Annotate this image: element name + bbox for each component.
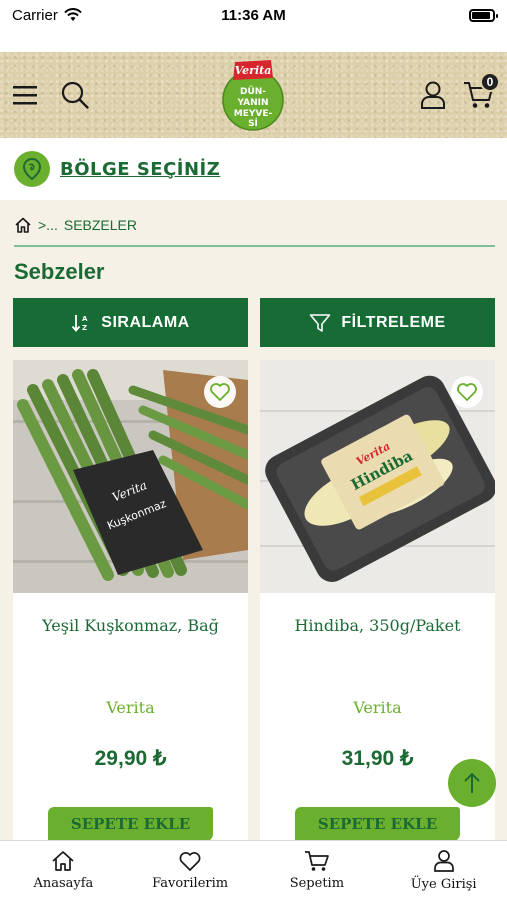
heart-icon xyxy=(179,852,201,871)
breadcrumb-current[interactable]: SEBZELER xyxy=(64,217,137,233)
status-left: Carrier xyxy=(12,7,82,24)
region-selector[interactable]: BÖLGE SEÇİNİZ xyxy=(0,138,507,200)
logo-badge-icon: Verita DÜN- YANIN MEYVE- Sİ xyxy=(222,60,284,131)
arrow-up-icon xyxy=(464,772,480,793)
favorite-button[interactable] xyxy=(451,376,483,408)
bottom-tab-bar: Anasayfa Favorilerim Sepetim Üye Girişi xyxy=(0,840,507,900)
tab-label: Favorilerim xyxy=(152,876,229,891)
user-icon xyxy=(433,850,454,872)
tab-label: Sepetim xyxy=(289,876,345,891)
product-name[interactable]: Yeşil Kuşkonmaz, Bağ xyxy=(13,616,248,635)
wifi-icon xyxy=(64,8,82,21)
scroll-to-top-button[interactable] xyxy=(448,759,496,807)
product-image[interactable]: Verita Hindiba xyxy=(260,360,495,593)
account-button[interactable] xyxy=(416,78,450,112)
product-image[interactable]: Verita Kuşkonmaz xyxy=(13,360,248,593)
sort-button[interactable]: A Z SIRALAMA xyxy=(13,298,248,347)
svg-text:Verita: Verita xyxy=(235,64,272,77)
product-name[interactable]: Hindiba, 350g/Paket xyxy=(260,616,495,635)
filter-label: FİLTRELEME xyxy=(341,313,446,331)
search-button[interactable] xyxy=(58,78,92,112)
add-to-cart-button[interactable]: SEPETE EKLE xyxy=(48,807,213,841)
app-header: Verita DÜN- YANIN MEYVE- Sİ 0 xyxy=(0,52,507,138)
carrier-label: Carrier xyxy=(12,6,58,24)
svg-text:DÜN-: DÜN- xyxy=(240,86,266,97)
region-label: BÖLGE SEÇİNİZ xyxy=(60,158,221,180)
tab-account[interactable]: Üye Girişi xyxy=(380,841,507,900)
user-icon xyxy=(421,81,445,109)
heart-icon xyxy=(210,383,230,401)
status-bar: Carrier 11:36 AM xyxy=(0,0,507,30)
breadcrumb: >... SEBZELER xyxy=(14,213,495,247)
product-brand: Verita xyxy=(353,698,402,717)
add-to-cart-button[interactable]: SEPETE EKLE xyxy=(295,807,460,841)
home-icon xyxy=(52,851,74,871)
filter-button[interactable]: FİLTRELEME xyxy=(260,298,495,347)
tab-label: Üye Girişi xyxy=(410,877,477,892)
battery-icon xyxy=(469,8,498,22)
svg-text:A: A xyxy=(82,315,88,323)
product-brand: Verita xyxy=(106,698,155,717)
cart-count-badge: 0 xyxy=(480,72,500,92)
sort-icon: A Z xyxy=(72,314,88,332)
product-price: 29,90 ₺ xyxy=(94,747,167,770)
product-card[interactable]: Verita Kuşkonmaz Yeşil Kuşkonmaz, Bağ Ve… xyxy=(13,360,248,841)
tab-cart[interactable]: Sepetim xyxy=(254,841,381,900)
search-icon xyxy=(61,81,89,109)
favorite-button[interactable] xyxy=(204,376,236,408)
cart-button[interactable]: 0 xyxy=(462,72,500,112)
tab-label: Anasayfa xyxy=(33,876,94,891)
tab-favorites[interactable]: Favorilerim xyxy=(127,841,254,900)
svg-text:MEYVE-: MEYVE- xyxy=(234,109,273,119)
svg-text:Z: Z xyxy=(82,324,88,332)
svg-text:YANIN: YANIN xyxy=(236,98,268,108)
heart-icon xyxy=(457,383,477,401)
hamburger-icon xyxy=(13,86,37,105)
svg-text:Sİ: Sİ xyxy=(248,118,258,129)
sort-label: SIRALAMA xyxy=(101,313,190,331)
page-title: Sebzeler xyxy=(14,259,105,284)
brand-logo[interactable]: Verita DÜN- YANIN MEYVE- Sİ xyxy=(221,58,285,132)
location-icon xyxy=(14,151,50,187)
tab-home[interactable]: Anasayfa xyxy=(0,841,127,900)
breadcrumb-separator: >... xyxy=(38,217,58,233)
menu-button[interactable] xyxy=(8,78,42,112)
top-spacer xyxy=(0,30,507,52)
filter-icon xyxy=(310,313,331,332)
home-icon[interactable] xyxy=(14,216,32,234)
cart-icon xyxy=(304,851,329,871)
